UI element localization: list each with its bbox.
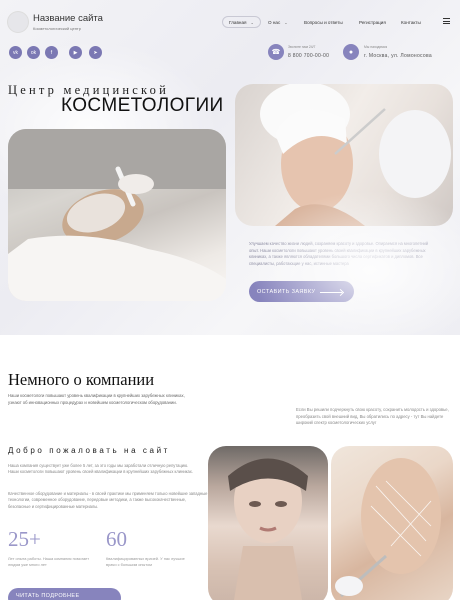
telegram-icon[interactable]: ➤ (89, 46, 102, 59)
hero-photo-injection (235, 84, 453, 226)
leave-request-button[interactable]: ОСТАВИТЬ ЗАЯВКУ (249, 281, 354, 302)
nav-contacts-label: Контакты (401, 19, 421, 25)
nav-home-label: Главная (229, 19, 247, 25)
read-more-label: ЧИТАТЬ ПОДРОБНЕЕ (16, 593, 80, 599)
hero-photo-facial-mask (8, 129, 226, 301)
hero-description: Улучшаем качество жизни людей, сохраняем… (249, 241, 429, 266)
vk-icon[interactable]: vk (9, 46, 22, 59)
facebook-icon[interactable]: f (45, 46, 58, 59)
chevron-down-icon: ⌄ (284, 19, 288, 25)
stat-years-value: 25+ (8, 527, 41, 551)
arrow-right-icon (320, 291, 342, 293)
nav-register-label: Регистрация (359, 19, 386, 25)
hamburger-menu-icon[interactable] (443, 18, 450, 25)
phone-icon[interactable]: ☎ (268, 44, 284, 60)
chevron-down-icon: ⌄ (250, 19, 254, 25)
phone-number[interactable]: 8 800 700-00-00 (288, 53, 329, 59)
nav-item-home[interactable]: Главная ⌄ (222, 16, 261, 28)
welcome-paragraph-1: Наша компания существует уже более 5 лет… (8, 463, 193, 475)
hero-title-line2: КОСМЕТОЛОГИИ (61, 95, 224, 116)
about-photo-portrait (208, 446, 328, 600)
hero-section: Название сайта Косметологический центр Г… (0, 0, 460, 335)
leave-request-label: ОСТАВИТЬ ЗАЯВКУ (257, 288, 316, 295)
nav-about-label: О нас (268, 19, 281, 25)
site-title[interactable]: Название сайта (33, 13, 103, 24)
address-value: г. Москва, ул. Ломоносова (364, 53, 432, 59)
about-title: Немного о компании (8, 370, 155, 389)
welcome-title: Добро пожаловать на сайт (8, 446, 170, 455)
nav-item-faq[interactable]: Вопросы и ответы (304, 16, 343, 28)
location-pin-icon[interactable]: ● (343, 44, 359, 60)
welcome-paragraph-2: Качественное оборудование и материалы - … (8, 491, 208, 509)
phone-label: Звоните нам 24/7 (288, 45, 316, 49)
youtube-icon[interactable]: ▶ (69, 46, 82, 59)
stat-years-label: Лет опыта работы. Наша компания помогает… (8, 556, 90, 567)
read-more-button[interactable]: ЧИТАТЬ ПОДРОБНЕЕ (8, 588, 121, 600)
site-logo[interactable] (8, 12, 28, 32)
nav-faq-label: Вопросы и ответы (304, 19, 343, 25)
address-label: Мы находимся (364, 45, 388, 49)
stat-doctors-label: Квалифицированных врачей. У нас лучшие в… (106, 556, 185, 567)
about-text-left: Наши косметологи повышают уровень квалиф… (8, 393, 185, 405)
about-text-right: Если Вы решили подчеркнуть свою красоту,… (296, 407, 449, 426)
site-subtitle: Косметологический центр (33, 26, 81, 31)
nav-item-about[interactable]: О нас ⌄ (268, 16, 288, 28)
stat-doctors-value: 60 (106, 527, 127, 551)
about-photo-face-lifting (331, 446, 453, 600)
nav-item-contacts[interactable]: Контакты (401, 16, 421, 28)
nav-item-register[interactable]: Регистрация (359, 16, 386, 28)
odnoklassniki-icon[interactable]: ok (27, 46, 40, 59)
